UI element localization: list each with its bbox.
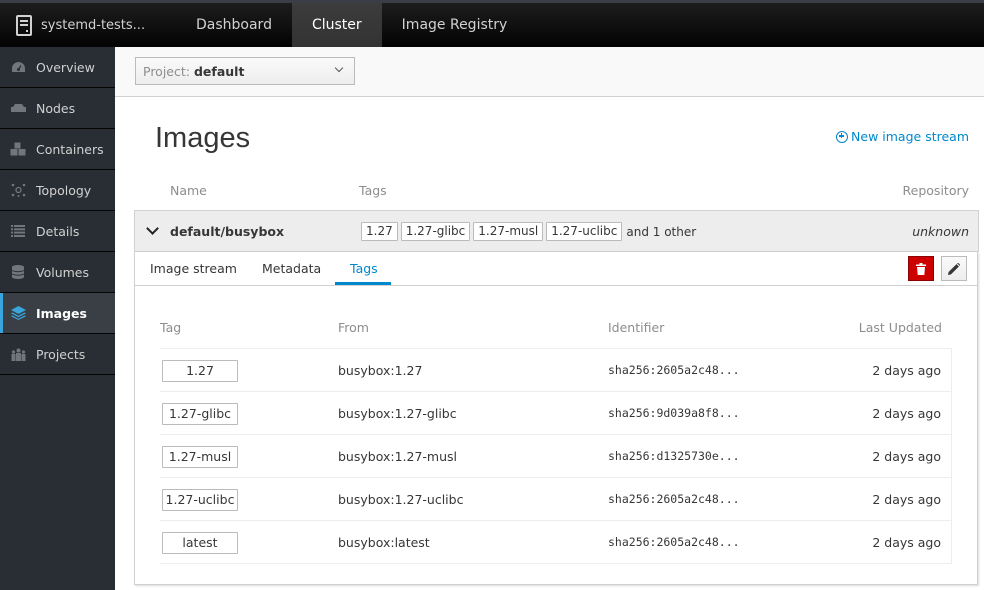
tag-name[interactable]: latest [162,532,238,554]
project-label: Project: [143,63,190,79]
users-icon [10,347,26,361]
tags-header-tag: Tag [160,320,182,335]
topnav-dashboard[interactable]: Dashboard [176,3,292,47]
sidebar-item-label: Volumes [36,264,90,280]
tag-identifier: sha256:2605a2c48... [608,363,740,377]
list-icon [10,224,26,238]
cluster-brand[interactable]: systemd-tests... [0,3,176,47]
tags-header-identifier: Identifier [608,320,665,335]
sidebar-item-label: Nodes [36,100,76,116]
chevron-down-icon[interactable] [146,222,159,235]
pencil-icon [948,262,960,275]
tags-table: 1.27 busybox:1.27 sha256:2605a2c48... 2 … [160,348,952,564]
brand-label: systemd-tests... [41,17,146,33]
tag-last-updated: 2 days ago [872,406,941,421]
tag-from: busybox:1.27-musl [338,449,458,464]
tab-image-stream[interactable]: Image stream [150,261,237,276]
layers-icon [10,306,26,320]
tag-identifier: sha256:2605a2c48... [608,535,740,549]
tags-header-last-updated: Last Updated [858,320,942,335]
sidebar-item-topology[interactable]: Topology [0,170,115,211]
tag-chip: 1.27-musl [473,222,544,241]
image-name: default/busybox [170,224,285,239]
server-icon [16,14,32,36]
tag-name[interactable]: 1.27-uclibc [162,489,238,511]
chevron-down-icon [334,63,344,73]
project-bar: Project: default [115,47,984,97]
tag-from: busybox:1.27-glibc [338,406,457,421]
table-row: latest busybox:latest sha256:2605a2c48..… [160,521,951,564]
table-row: 1.27-glibc busybox:1.27-glibc sha256:9d0… [160,392,951,435]
top-navbar: systemd-tests... Dashboard Cluster Image… [0,0,984,47]
sidebar-item-projects[interactable]: Projects [0,334,115,375]
image-repository: unknown [912,224,969,239]
plus-circle-icon [836,130,849,143]
edit-button[interactable] [941,256,967,281]
tab-tags[interactable]: Tags [350,261,378,276]
database-icon [10,265,26,279]
tag-name[interactable]: 1.27-musl [162,446,238,468]
new-image-stream-link[interactable]: New image stream [836,129,969,144]
project-value: default [193,63,245,79]
sidebar: Overview Nodes Containers Topology Detai… [0,47,115,590]
image-detail-panel: Image stream Metadata Tags Tag From Iden… [134,252,978,585]
cubes-icon [10,142,26,156]
project-selector[interactable]: Project: default [135,57,355,85]
tag-from: busybox:1.27 [338,363,423,378]
sidebar-item-nodes[interactable]: Nodes [0,88,115,129]
sidebar-item-details[interactable]: Details [0,211,115,252]
sidebar-item-containers[interactable]: Containers [0,129,115,170]
tag-chip: 1.27-glibc [400,222,471,241]
topnav-cluster[interactable]: Cluster [291,3,382,47]
sidebar-item-label: Images [36,305,87,321]
column-header-tags[interactable]: Tags [359,183,387,198]
image-tags: 1.27 1.27-glibc 1.27-musl 1.27-uclibc an… [361,222,696,241]
tag-identifier: sha256:d1325730e... [608,449,740,463]
tag-last-updated: 2 days ago [872,449,941,464]
column-header-name[interactable]: Name [170,183,207,198]
topnav-image-registry[interactable]: Image Registry [382,3,528,47]
new-image-stream-label: New image stream [851,129,969,144]
tag-chip: 1.27-uclibc [546,222,623,241]
tag-identifier: sha256:9d039a8f8... [608,406,740,420]
tag-last-updated: 2 days ago [872,535,941,550]
tag-name[interactable]: 1.27 [162,360,238,382]
dashboard-icon [10,60,26,74]
tag-last-updated: 2 days ago [872,363,941,378]
detail-tabs: Image stream Metadata Tags [135,252,977,286]
sidebar-item-volumes[interactable]: Volumes [0,252,115,293]
active-tab-indicator [335,282,391,285]
more-tags-label: and 1 other [626,224,697,239]
image-row[interactable]: default/busybox 1.27 1.27-glibc 1.27-mus… [134,210,979,252]
sidebar-item-label: Topology [36,182,92,198]
table-row: 1.27-musl busybox:1.27-musl sha256:d1325… [160,435,951,478]
tab-metadata[interactable]: Metadata [262,261,321,276]
tags-header-from: From [338,320,369,335]
tag-last-updated: 2 days ago [872,492,941,507]
tag-chip: 1.27 [361,222,398,241]
sidebar-item-overview[interactable]: Overview [0,47,115,88]
tag-name[interactable]: 1.27-glibc [162,403,238,425]
sidebar-item-images[interactable]: Images [0,293,115,334]
topology-icon [10,183,26,197]
tag-from: busybox:1.27-uclibc [338,492,464,507]
sidebar-item-label: Overview [36,59,95,75]
tag-identifier: sha256:2605a2c48... [608,492,740,506]
sidebar-item-label: Details [36,223,80,239]
column-header-repository[interactable]: Repository [903,183,969,198]
delete-button[interactable] [908,256,934,281]
sidebar-item-label: Containers [36,141,104,157]
trash-icon [916,262,926,275]
tag-from: busybox:latest [338,535,430,550]
table-row: 1.27-uclibc busybox:1.27-uclibc sha256:2… [160,478,951,521]
page-title: Images [155,122,251,154]
sidebar-item-label: Projects [36,346,86,362]
server-icon [10,101,26,115]
table-row: 1.27 busybox:1.27 sha256:2605a2c48... 2 … [160,349,951,392]
